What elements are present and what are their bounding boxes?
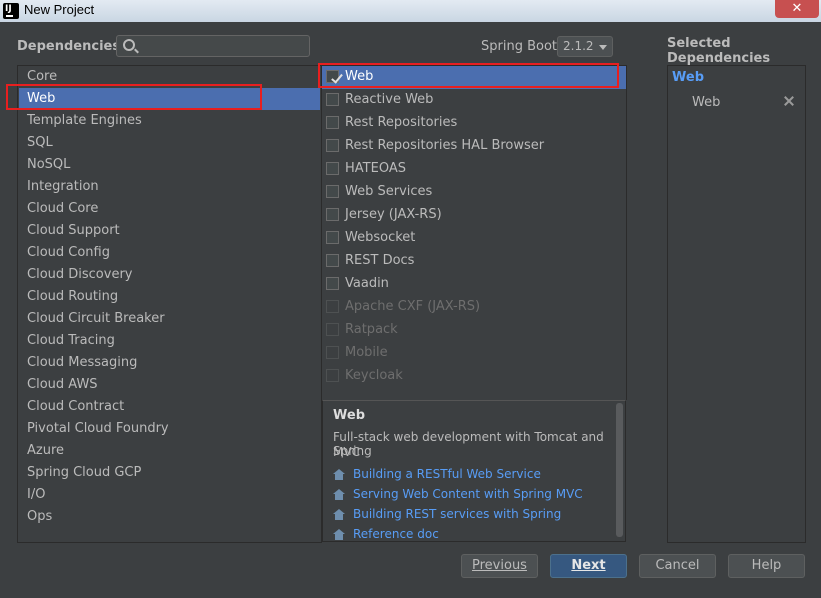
spring-boot-version-select[interactable]: 2.1.2 [557, 36, 613, 57]
dependency-label: Web Services [345, 184, 433, 199]
dependency-label: REST Docs [345, 253, 415, 268]
category-item[interactable]: Cloud Discovery [19, 264, 320, 286]
dependency-item: Mobile [322, 342, 626, 365]
dependency-item[interactable]: Reactive Web [322, 89, 626, 112]
home-icon [333, 509, 345, 520]
category-item[interactable]: Cloud AWS [19, 374, 320, 396]
dependencies-label: Dependencies [17, 39, 121, 54]
dependency-checkbox[interactable] [326, 116, 339, 129]
dependency-label: Jersey (JAX-RS) [345, 207, 442, 222]
highlight-box-category [6, 84, 262, 110]
dependency-item[interactable]: Rest Repositories HAL Browser [322, 135, 626, 158]
dependency-list: Web Reactive Web Rest Repositories Rest Rep… [321, 65, 627, 400]
dependency-item[interactable]: Vaadin [322, 273, 626, 296]
category-item[interactable]: Pivotal Cloud Foundry [19, 418, 320, 440]
chevron-down-icon [599, 45, 607, 50]
category-item[interactable]: Azure [19, 440, 320, 462]
window-close-button[interactable]: ✕ [775, 0, 819, 18]
selected-group-label: Web [672, 70, 704, 85]
close-icon[interactable] [783, 95, 795, 107]
dependency-label: Reactive Web [345, 92, 434, 107]
home-icon [333, 489, 345, 500]
search-icon [123, 39, 139, 54]
search-input[interactable] [116, 35, 310, 57]
spring-boot-label: Spring Boot [481, 39, 558, 54]
category-item[interactable]: SQL [19, 132, 320, 154]
dependency-item[interactable]: Rest Repositories [322, 112, 626, 135]
description-title: Web [333, 408, 365, 423]
dependency-item: Keycloak [322, 365, 626, 388]
category-item[interactable]: Template Engines [19, 110, 320, 132]
dependency-item[interactable]: HATEOAS [322, 158, 626, 181]
dependency-checkbox [326, 300, 339, 313]
dependency-label: Rest Repositories HAL Browser [345, 138, 545, 153]
dependency-label: Keycloak [345, 368, 403, 383]
category-item[interactable]: Cloud Tracing [19, 330, 320, 352]
dependency-label: Websocket [345, 230, 416, 245]
window-title: New Project [24, 2, 95, 17]
dependency-label: Apache CXF (JAX-RS) [345, 299, 481, 314]
guide-link-label: Reference doc [353, 527, 439, 541]
guide-link-label: Serving Web Content with Spring MVC [353, 487, 583, 501]
guide-link-label: Building a RESTful Web Service [353, 467, 541, 481]
description-text: Full-stack web development with Tomcat a… [333, 430, 604, 458]
home-icon [333, 529, 345, 540]
dependency-checkbox[interactable] [326, 162, 339, 175]
category-item[interactable]: I/O [19, 484, 320, 506]
intellij-icon: IJ [3, 3, 19, 19]
category-item[interactable]: Spring Cloud GCP [19, 462, 320, 484]
category-item[interactable]: Cloud Config [19, 242, 320, 264]
dependency-item[interactable]: REST Docs [322, 250, 626, 273]
selected-dependencies-panel: Web Web [667, 65, 806, 543]
dependency-label: Vaadin [345, 276, 389, 291]
home-icon [333, 469, 345, 480]
dependency-item: Apache CXF (JAX-RS) [322, 296, 626, 319]
dependency-item: Ratpack [322, 319, 626, 342]
category-item[interactable]: Cloud Routing [19, 286, 320, 308]
highlight-box-dependency [318, 63, 619, 88]
guide-link-label: Building REST services with Spring [353, 507, 562, 521]
category-item[interactable]: Cloud Contract [19, 396, 320, 418]
description-text-continued: MVC [333, 445, 360, 459]
dependency-label: HATEOAS [345, 161, 406, 176]
description-scrollbar[interactable] [616, 403, 623, 537]
dependency-checkbox [326, 323, 339, 336]
category-item[interactable]: Cloud Core [19, 198, 320, 220]
category-item[interactable]: Ops [19, 506, 320, 528]
dependency-item[interactable]: Jersey (JAX-RS) [322, 204, 626, 227]
spring-boot-version-value: 2.1.2 [563, 39, 594, 53]
description-panel: Web Full-stack web development with Tomc… [322, 400, 626, 542]
dependency-checkbox [326, 369, 339, 382]
previous-button[interactable]: Previous [461, 554, 538, 578]
dependency-checkbox[interactable] [326, 93, 339, 106]
category-item[interactable]: Integration [19, 176, 320, 198]
dependency-checkbox[interactable] [326, 231, 339, 244]
cancel-button[interactable]: Cancel [639, 554, 716, 578]
dependency-checkbox[interactable] [326, 254, 339, 267]
dependency-checkbox[interactable] [326, 185, 339, 198]
dependency-label: Ratpack [345, 322, 398, 337]
dependency-checkbox[interactable] [326, 208, 339, 221]
category-item[interactable]: Cloud Messaging [19, 352, 320, 374]
category-item[interactable]: Cloud Support [19, 220, 320, 242]
category-list: Core Web Template Engines SQL NoSQL Integrati… [17, 65, 322, 543]
dependency-item[interactable]: Websocket [322, 227, 626, 250]
dependency-checkbox[interactable] [326, 139, 339, 152]
dependency-checkbox[interactable] [326, 277, 339, 290]
selected-item-web: Web [692, 95, 721, 110]
dependency-item[interactable]: Web Services [322, 181, 626, 204]
selected-dependencies-label: Selected Dependencies [667, 36, 771, 66]
category-item[interactable]: NoSQL [19, 154, 320, 176]
dependency-label: Mobile [345, 345, 388, 360]
dependency-label: Rest Repositories [345, 115, 458, 130]
title-bar: IJ New Project ✕ [0, 0, 821, 22]
help-button[interactable]: Help [728, 554, 805, 578]
next-button[interactable]: Next [550, 554, 627, 578]
dependency-checkbox [326, 346, 339, 359]
category-item[interactable]: Cloud Circuit Breaker [19, 308, 320, 330]
